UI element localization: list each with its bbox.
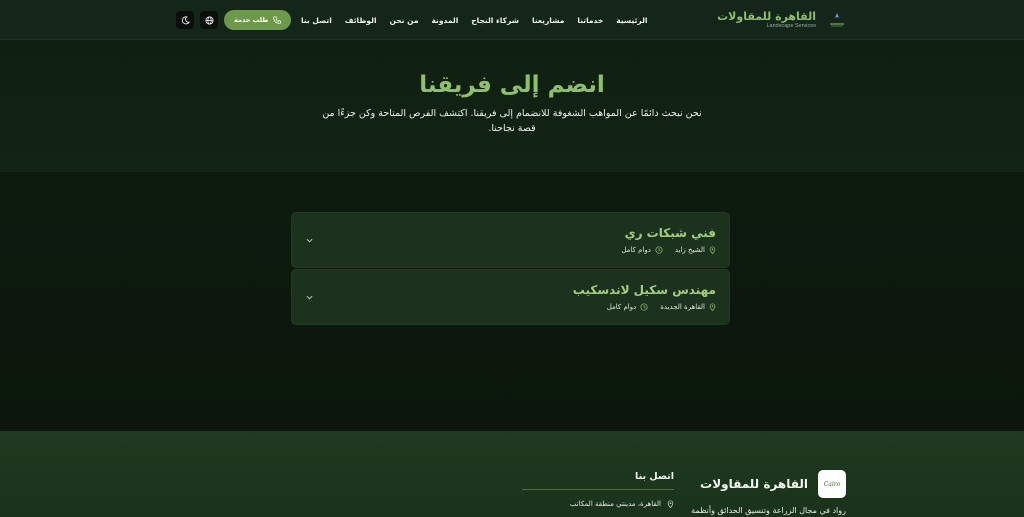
request-service-button[interactable]: طلب خدمة [224,10,292,30]
job-title: فني شبكات ري [624,226,716,240]
footer-description: رواد في مجال الزراعة وتنسيق الحدائق وأنظ… [691,506,846,515]
job-card[interactable]: مهندس سكيل لاندسكيب القاهرة الجديدة دوام… [291,269,730,325]
location-pin-icon [709,246,716,254]
chevron-down-icon[interactable] [304,292,314,302]
job-card[interactable]: فني شبكات ري الشيخ زايد دوام كامل [291,212,730,268]
globe-icon [205,15,214,25]
footer-brand[interactable]: Cairo القاهرة للمقاولات [700,470,846,498]
footer: Cairo القاهرة للمقاولات رواد في مجال الز… [0,431,1024,517]
brand-subtitle: Landscape Services [766,22,816,29]
nav-actions: طلب خدمة [176,10,292,30]
footer-brand-title: القاهرة للمقاولات [700,477,808,491]
nav-link-services[interactable]: خدماتنا [577,16,603,25]
nav-link-contact[interactable]: اتصل بنا [301,16,332,25]
job-type: دوام كامل [621,246,663,254]
nav-link-projects[interactable]: مشاريعنا [532,16,564,25]
navbar: القاهرة للمقاولات Landscape Services الر… [0,0,1024,40]
nav-link-blog[interactable]: المدونة [432,16,459,25]
job-location: القاهرة الجديدة [660,303,716,311]
request-service-label: طلب خدمة [234,16,269,24]
job-type: دوام كامل [607,303,649,311]
job-meta: الشيخ زايد دوام كامل [621,246,716,254]
job-location: الشيخ زايد [675,246,716,254]
theme-toggle-button[interactable] [176,11,195,29]
navbar-inner: القاهرة للمقاولات Landscape Services الر… [176,0,848,40]
brand[interactable]: القاهرة للمقاولات Landscape Services [717,9,848,31]
job-type-label: دوام كامل [621,246,651,254]
phone-icon [273,16,282,24]
brand-logo-icon [826,9,848,31]
hero-section: انضم إلى فريقنا نحن نبحث دائمًا عن الموا… [0,40,1024,172]
location-pin-icon [709,303,716,311]
job-title: مهندس سكيل لاندسكيب [572,283,716,297]
footer-address-label: القاهرة، مدينتي منطقة المكاتب [569,500,661,508]
job-type-label: دوام كامل [606,303,637,311]
footer-logo: Cairo [818,470,846,498]
nav-link-careers[interactable]: الوظائف [345,16,377,25]
nav-link-home[interactable]: الرئيسية [616,16,647,25]
footer-contact-title: اتصل بنا [522,471,674,490]
clock-icon [640,303,648,311]
location-pin-icon [667,500,674,508]
job-location-label: الشيخ زايد [674,246,705,254]
hero-subtitle: نحن نبحث دائمًا عن المواهب الشغوفة للانض… [322,108,702,134]
brand-text: القاهرة للمقاولات Landscape Services [717,11,816,30]
hero-title: انضم إلى فريقنا [419,72,605,98]
clock-icon [655,246,663,254]
footer-address: القاهرة، مدينتي منطقة المكاتب [522,500,674,508]
nav-links: الرئيسية خدماتنا مشاريعنا شركاء النجاح ا… [301,16,647,25]
jobs-section: فني شبكات ري الشيخ زايد دوام كامل مهندس … [0,172,1024,431]
brand-title: القاهرة للمقاولات [717,9,816,23]
moon-icon [181,15,190,25]
nav-link-partners[interactable]: شركاء النجاح [471,16,519,25]
job-meta: القاهرة الجديدة دوام كامل [607,303,716,311]
job-location-label: القاهرة الجديدة [660,303,705,311]
footer-contact: اتصل بنا القاهرة، مدينتي منطقة المكاتب [522,471,674,508]
language-button[interactable] [200,11,219,29]
chevron-down-icon[interactable] [304,235,314,245]
nav-link-about[interactable]: من نحن [390,16,419,25]
